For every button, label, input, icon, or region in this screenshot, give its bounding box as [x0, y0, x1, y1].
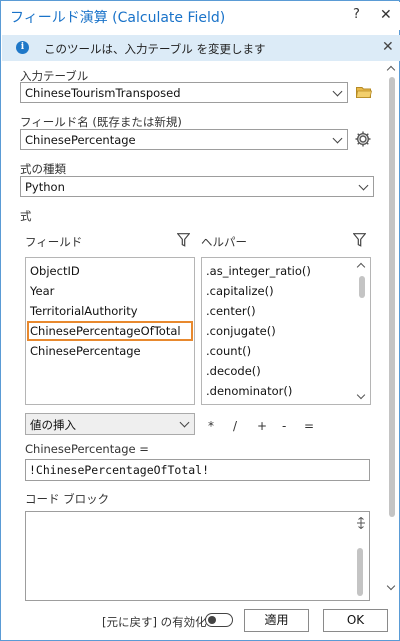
help-button[interactable]: ?: [353, 7, 360, 22]
expression-type-value: Python: [25, 180, 65, 194]
fields-label: フィールド: [25, 235, 83, 249]
ok-button[interactable]: OK: [323, 609, 388, 632]
field-name-value: ChinesePercentage: [25, 133, 136, 147]
operator-divide-button[interactable]: /: [233, 419, 237, 433]
helpers-scrollbar[interactable]: [356, 258, 368, 404]
toggle-knob: [208, 615, 216, 624]
input-table-value: ChineseTourismTransposed: [25, 86, 181, 100]
banner-message: このツールは、入力テーブル を変更します: [44, 42, 266, 56]
scroll-up-icon[interactable]: [356, 262, 366, 272]
operator-plus-button[interactable]: +: [257, 419, 267, 433]
helpers-label: ヘルパー: [201, 235, 247, 249]
scroll-down-icon[interactable]: [356, 390, 366, 400]
chevron-down-icon: [332, 86, 343, 97]
helper-item[interactable]: .conjugate(): [206, 324, 276, 338]
chevron-down-icon: [358, 180, 369, 191]
expression-input[interactable]: !ChinesePercentageOfTotal!: [25, 459, 370, 481]
banner-close-button[interactable]: ✕: [382, 39, 394, 55]
field-item[interactable]: ChinesePercentage: [30, 344, 141, 358]
insert-values-label: 値の挿入: [30, 418, 76, 432]
code-block-label: コード ブロック: [25, 492, 110, 506]
field-name-label: フィールド名 (既存または新規): [20, 115, 182, 129]
helper-item[interactable]: .count(): [206, 344, 251, 358]
expression-type-dropdown[interactable]: Python: [20, 176, 374, 197]
field-item[interactable]: Year: [30, 284, 54, 298]
dialog-scrollbar[interactable]: [386, 63, 398, 595]
enable-undo-label: [元に戻す] の有効化: [102, 615, 207, 629]
helper-item[interactable]: .decode(): [206, 364, 261, 378]
expression-type-label: 式の種類: [20, 162, 66, 176]
field-item[interactable]: TerritorialAuthority: [30, 304, 138, 318]
scroll-up-icon[interactable]: [386, 65, 396, 75]
apply-button[interactable]: 適用: [244, 609, 309, 632]
dialog-scroll-thumb[interactable]: [389, 77, 395, 517]
calculate-field-dialog: フィールド演算 (Calculate Field) ? ✕ i このツールは、入…: [0, 0, 400, 641]
gear-icon[interactable]: [354, 130, 372, 148]
helper-item[interactable]: .center(): [206, 304, 256, 318]
code-block-input[interactable]: [25, 511, 370, 601]
chevron-down-icon: [179, 417, 190, 428]
title-bar: フィールド演算 (Calculate Field) ? ✕: [2, 2, 400, 30]
expression-section-label: 式: [20, 209, 32, 223]
expression-target-label: ChinesePercentage =: [25, 442, 149, 456]
helpers-list: .as_integer_ratio() .capitalize() .cente…: [201, 257, 371, 405]
helper-item[interactable]: .as_integer_ratio(): [206, 264, 311, 278]
folder-icon[interactable]: [356, 86, 372, 98]
enable-undo-toggle[interactable]: [205, 613, 233, 627]
operator-multiply-button[interactable]: *: [208, 419, 214, 433]
info-banner: i このツールは、入力テーブル を変更します ✕: [2, 35, 400, 61]
operator-minus-button[interactable]: -: [282, 419, 286, 433]
fields-list: ObjectID Year TerritorialAuthority Chine…: [25, 257, 195, 405]
scroll-down-icon[interactable]: [386, 581, 396, 591]
field-name-dropdown[interactable]: ChinesePercentage: [20, 129, 348, 150]
helper-item[interactable]: .capitalize(): [206, 284, 274, 298]
field-item[interactable]: ObjectID: [30, 264, 80, 278]
input-table-dropdown[interactable]: ChineseTourismTransposed: [20, 82, 348, 103]
dialog-title: フィールド演算 (Calculate Field): [10, 10, 226, 26]
filter-icon[interactable]: [353, 233, 366, 247]
chevron-down-icon: [332, 133, 343, 144]
info-icon: i: [16, 41, 29, 54]
expression-value: !ChinesePercentageOfTotal!: [29, 463, 210, 477]
code-scroll-thumb[interactable]: [357, 548, 363, 596]
scroll-thumb[interactable]: [359, 276, 365, 298]
helper-item[interactable]: .denominator(): [206, 384, 292, 398]
filter-icon[interactable]: [177, 233, 190, 247]
operator-equals-button[interactable]: =: [304, 419, 314, 433]
field-item-selected[interactable]: ChinesePercentageOfTotal: [27, 321, 193, 341]
close-button[interactable]: ✕: [380, 7, 392, 23]
resize-handle-icon[interactable]: [356, 517, 366, 529]
insert-values-dropdown[interactable]: 値の挿入: [25, 413, 195, 435]
